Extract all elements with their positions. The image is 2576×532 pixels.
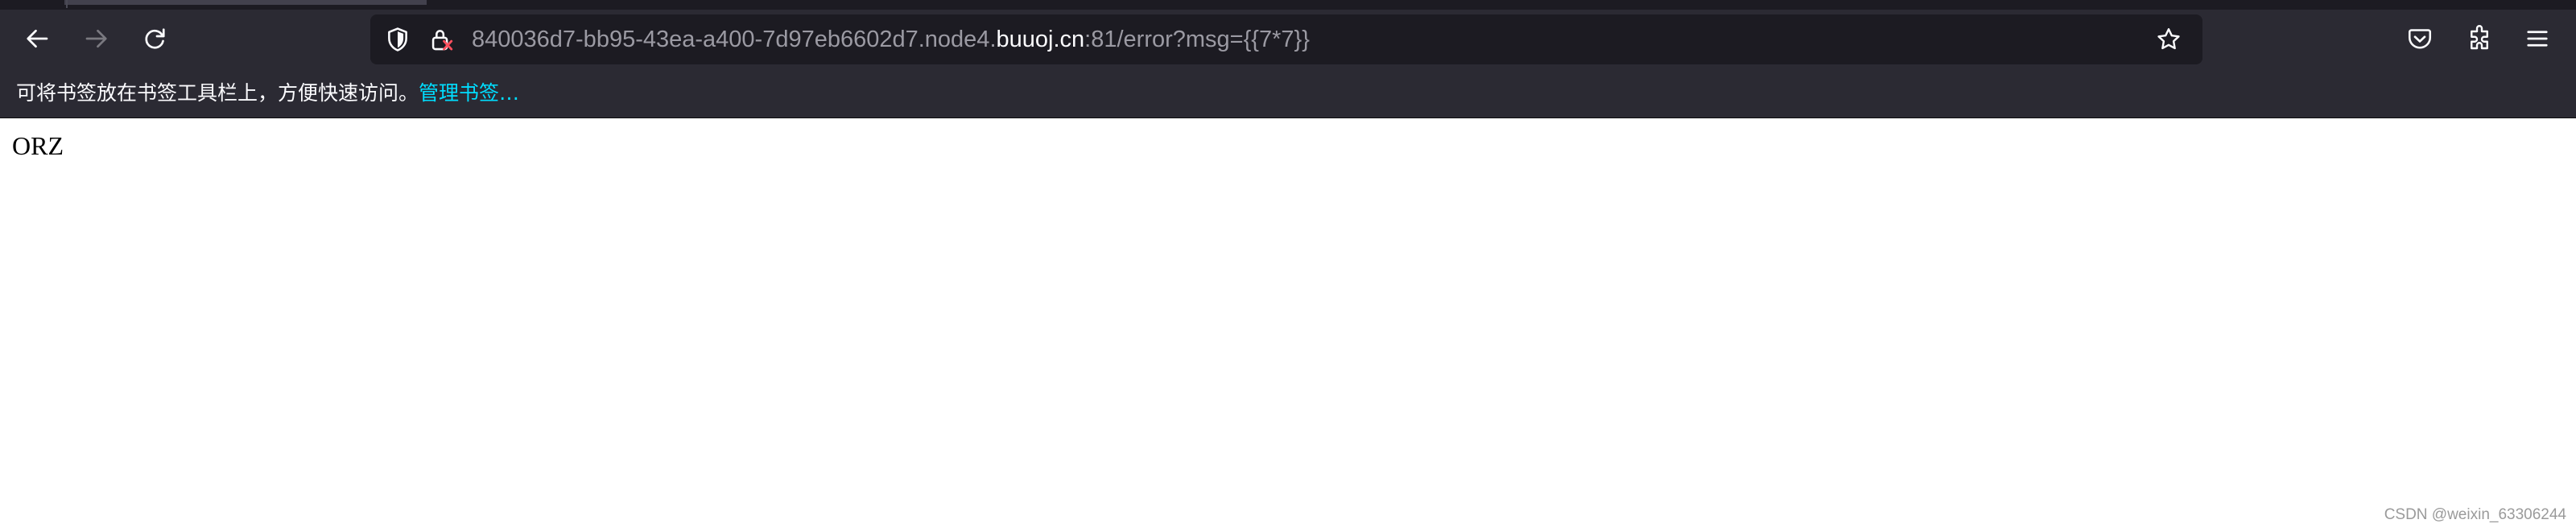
reload-icon bbox=[145, 28, 165, 49]
insecure-lock-icon bbox=[431, 30, 453, 51]
reload-button[interactable] bbox=[134, 18, 175, 60]
bookmarks-hint-text: 可将书签放在书签工具栏上，方便快速访问。 bbox=[16, 81, 419, 105]
extensions-button[interactable] bbox=[2458, 18, 2500, 60]
url-host: buuoj.cn bbox=[996, 27, 1085, 52]
forward-arrow-icon bbox=[85, 29, 107, 48]
back-arrow-icon bbox=[27, 29, 48, 48]
tab-separator bbox=[66, 0, 68, 8]
url-text[interactable]: 840036d7-bb95-43ea-a400-7d97eb6602d7.nod… bbox=[472, 14, 1310, 64]
page-body-text: ORZ bbox=[12, 131, 64, 160]
url-suffix: :81/error?msg={{7*7}} bbox=[1084, 27, 1310, 52]
bookmarks-toolbar-message: 可将书签放在书签工具栏上，方便快速访问。管理书签… bbox=[16, 69, 519, 118]
shield-icon bbox=[388, 27, 407, 52]
bookmark-page-button[interactable] bbox=[2154, 25, 2183, 54]
hamburger-menu-icon bbox=[2527, 31, 2548, 47]
active-tab[interactable] bbox=[64, 0, 427, 5]
browser-window: 840036d7-bb95-43ea-a400-7d97eb6602d7.nod… bbox=[0, 0, 2576, 532]
url-prefix: 840036d7-bb95-43ea-a400-7d97eb6602d7.nod… bbox=[472, 27, 997, 52]
address-bar[interactable]: 840036d7-bb95-43ea-a400-7d97eb6602d7.nod… bbox=[370, 14, 2202, 64]
application-menu-button[interactable] bbox=[2516, 18, 2558, 60]
manage-bookmarks-link[interactable]: 管理书签… bbox=[419, 81, 519, 105]
star-icon bbox=[2157, 28, 2180, 50]
pocket-button[interactable] bbox=[2399, 18, 2441, 60]
navigation-toolbar: 840036d7-bb95-43ea-a400-7d97eb6602d7.nod… bbox=[0, 10, 2576, 69]
browser-chrome: 840036d7-bb95-43ea-a400-7d97eb6602d7.nod… bbox=[0, 0, 2576, 118]
pocket-icon bbox=[2408, 29, 2432, 49]
csdn-watermark: CSDN @weixin_63306244 bbox=[2384, 506, 2566, 523]
back-button[interactable] bbox=[16, 18, 58, 60]
forward-button[interactable] bbox=[76, 18, 118, 60]
tracking-protection-button[interactable] bbox=[383, 25, 412, 54]
puzzle-icon bbox=[2471, 25, 2488, 50]
page-content: ORZ CSDN @weixin_63306244 bbox=[0, 118, 2576, 532]
site-information-button[interactable] bbox=[427, 25, 456, 54]
bookmarks-toolbar: 可将书签放在书签工具栏上，方便快速访问。管理书签… bbox=[0, 69, 2576, 118]
